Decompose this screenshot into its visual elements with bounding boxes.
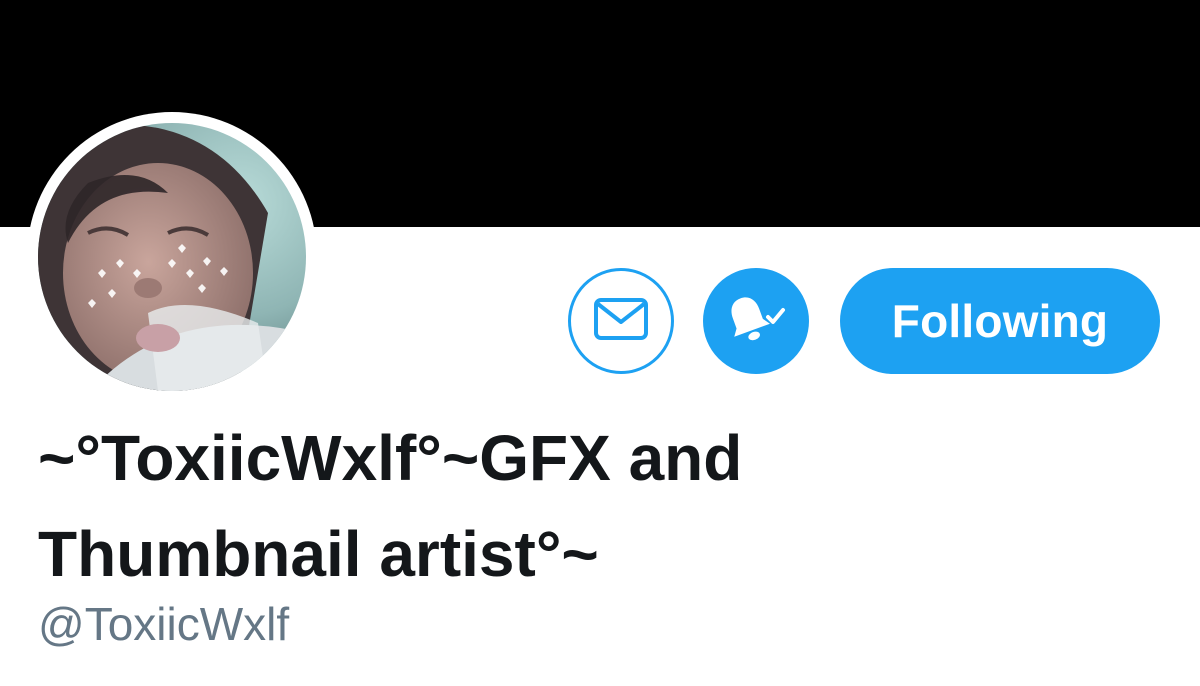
display-name-line-1: ~°ToxiicWxlf°~GFX and [38,422,743,494]
profile-page: Following ~°ToxiicWxlf°~GFX and Thumbnai… [0,0,1200,686]
bell-check-icon [724,291,788,352]
envelope-icon [593,297,649,346]
profile-display-name: ~°ToxiicWxlf°~GFX and Thumbnail artist°~ [38,410,1138,602]
display-name-line-2: Thumbnail artist°~ [38,518,599,590]
profile-handle: @ToxiicWxlf [38,598,290,650]
notifications-toggle-button[interactable] [703,268,809,374]
following-button[interactable]: Following [840,268,1160,374]
avatar-photo [38,123,306,391]
following-label: Following [891,295,1109,347]
avatar[interactable] [27,112,317,402]
message-button[interactable] [568,268,674,374]
